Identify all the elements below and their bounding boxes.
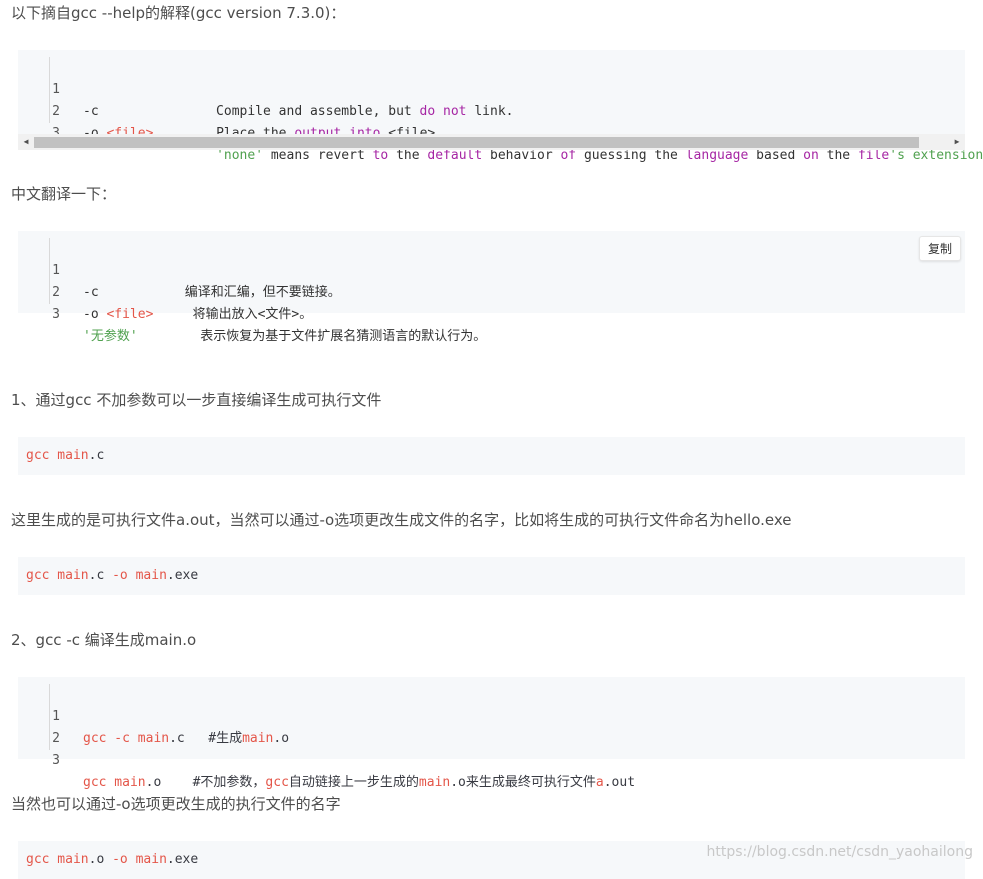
rename-paragraph: 当然也可以通过-o选项更改生成的执行文件的名字 (11, 795, 341, 813)
code-text: -c 编译和汇编，但不要链接。 (83, 285, 341, 300)
code-lines: 1 -c 编译和汇编，但不要链接。 2 -o <file> 将输出放入<文件>。… (42, 238, 486, 344)
scrollbar-thumb[interactable] (34, 137, 919, 148)
code-line: 2 -o <file> 将输出放入<文件>。 (42, 260, 312, 322)
code-line: 1 -c Compile and assemble, but do not li… (42, 57, 513, 119)
code-block-gcc-main: gcc main.c (18, 437, 965, 475)
intro-text: 以下摘自gcc --help的解释(gcc version 7.3.0)： (11, 4, 346, 22)
line-number: 3 (52, 307, 60, 322)
section2-heading: 2、gcc -c 编译生成main.o (11, 631, 197, 649)
code-block-compile-link: 1 gcc -c main.c #生成main.o 2 3 gcc main.o… (18, 677, 965, 790)
watermark: https://blog.csdn.net/csdn_yaohailong (706, 844, 974, 860)
code-line: 2 -o <file> Place the output into <file>… (42, 79, 443, 141)
code-line: 3 'none' means revert to the default beh… (42, 101, 983, 163)
code-text: '无参数' 表示恢复为基于文件扩展名猜测语言的默认行为。 (83, 329, 487, 344)
scroll-left-arrow-icon[interactable]: ◀ (18, 134, 34, 150)
horizontal-scrollbar[interactable]: ◀ ▶ (18, 134, 965, 150)
copy-button[interactable]: 复制 (918, 236, 961, 261)
code-text: gcc main.c (26, 448, 105, 463)
code-line: 3 '无参数' 表示恢复为基于文件扩展名猜测语言的默认行为。 (42, 282, 486, 344)
code-text: gcc main.c -o main.exe (26, 568, 199, 583)
code-line: 1 -c 编译和汇编，但不要链接。 (42, 238, 341, 300)
code-line: 1 gcc -c main.c #生成main.o (42, 684, 289, 746)
code-line: 3 gcc main.o #不加参数，gcc自动链接上一步生成的main.o来生… (42, 728, 635, 790)
code-block-gcc-output: gcc main.c -o main.exe (18, 557, 965, 595)
code-line: 2 (42, 706, 89, 746)
translate-heading: 中文翻译一下： (11, 185, 117, 203)
code-text: gcc -c main.c #生成main.o (83, 731, 290, 746)
scroll-right-arrow-icon[interactable]: ▶ (949, 134, 965, 150)
code-lines: 1 -c Compile and assemble, but do not li… (42, 57, 983, 163)
code-text: -c Compile and assemble, but do not link… (83, 104, 514, 119)
code-text: gcc main.o -o main.exe (26, 852, 199, 867)
code-lines: 1 gcc -c main.c #生成main.o 2 3 gcc main.o… (42, 684, 635, 790)
line-number: 3 (52, 753, 60, 768)
code-block-translation: 1 -c 编译和汇编，但不要链接。 2 -o <file> 将输出放入<文件>。… (18, 231, 965, 344)
section1-heading: 1、通过gcc 不加参数可以一步直接编译生成可执行文件 (11, 391, 382, 409)
code-block-gcc-help: 1 -c Compile and assemble, but do not li… (18, 50, 983, 163)
code-text: gcc main.o #不加参数，gcc自动链接上一步生成的main.o来生成最… (83, 775, 636, 790)
code-text: -o <file> 将输出放入<文件>。 (83, 307, 313, 322)
output-name-paragraph: 这里生成的是可执行文件a.out，当然可以通过-o选项更改生成文件的名字，比如将… (11, 511, 792, 529)
